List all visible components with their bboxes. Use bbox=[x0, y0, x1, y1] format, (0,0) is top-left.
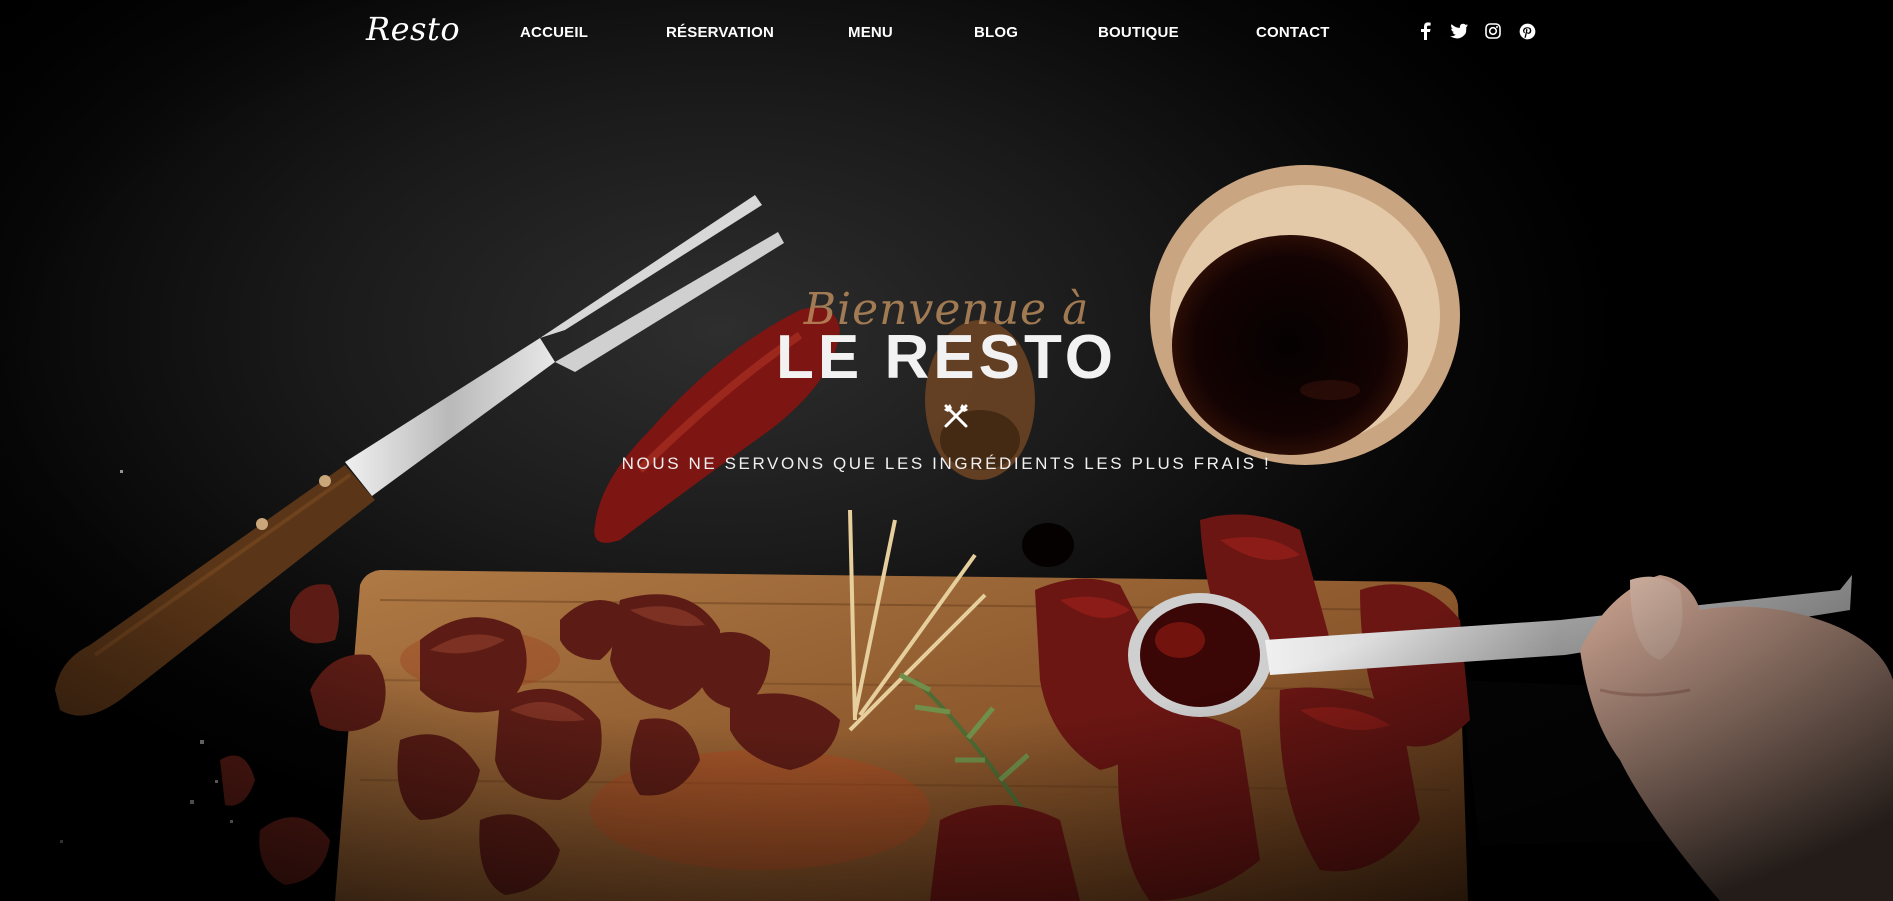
instagram-icon[interactable] bbox=[1482, 20, 1504, 42]
nav-link-contact[interactable]: CONTACT bbox=[1256, 24, 1330, 41]
hero-background-image bbox=[0, 0, 1893, 901]
twitter-icon[interactable] bbox=[1448, 20, 1470, 42]
top-navigation: Resto ACCUEIL RÉSERVATION MENU BLOG BOUT… bbox=[0, 0, 1893, 66]
nav-link-blog[interactable]: BLOG bbox=[974, 24, 1018, 41]
fork-knife-icon bbox=[942, 402, 970, 430]
nav-link-menu[interactable]: MENU bbox=[848, 24, 893, 41]
hero-subtitle: NOUS NE SERVONS QUE LES INGRÉDIENTS LES … bbox=[621, 454, 1272, 473]
food-scene-illustration bbox=[0, 0, 1893, 901]
pinterest-icon[interactable] bbox=[1516, 20, 1538, 42]
nav-link-accueil[interactable]: ACCUEIL bbox=[520, 24, 588, 41]
facebook-icon[interactable] bbox=[1414, 20, 1436, 42]
nav-link-reservation[interactable]: RÉSERVATION bbox=[666, 24, 774, 41]
hero-title: LE RESTO bbox=[776, 323, 1117, 392]
nav-link-boutique[interactable]: BOUTIQUE bbox=[1098, 24, 1179, 41]
site-logo[interactable]: Resto bbox=[366, 10, 460, 48]
